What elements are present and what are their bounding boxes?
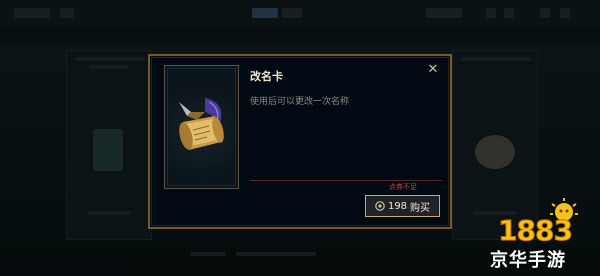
watermark-text: 京华手游 [490,250,566,271]
close-icon[interactable]: ✕ [426,63,440,77]
buy-label: 购买 [410,202,431,214]
watermark-number: 1883 [498,214,574,248]
rename-card-dialog: 改名卡 ✕ 使用后可以更改一次名称 点券不足 198 购买 [148,54,452,229]
price-value: 198 [387,200,408,212]
dialog-title: 改名卡 [250,70,283,83]
scroll-quill-icon [179,98,224,150]
rp-coin-icon [375,201,385,211]
buy-button[interactable]: 198 购买 [365,195,440,217]
watermark: 1883 京华手游 [490,198,596,272]
item-card [164,65,239,189]
insufficient-funds-warning: 点券不足 [389,183,417,191]
item-description: 使用后可以更改一次名称 [250,97,350,107]
divider [250,180,442,181]
